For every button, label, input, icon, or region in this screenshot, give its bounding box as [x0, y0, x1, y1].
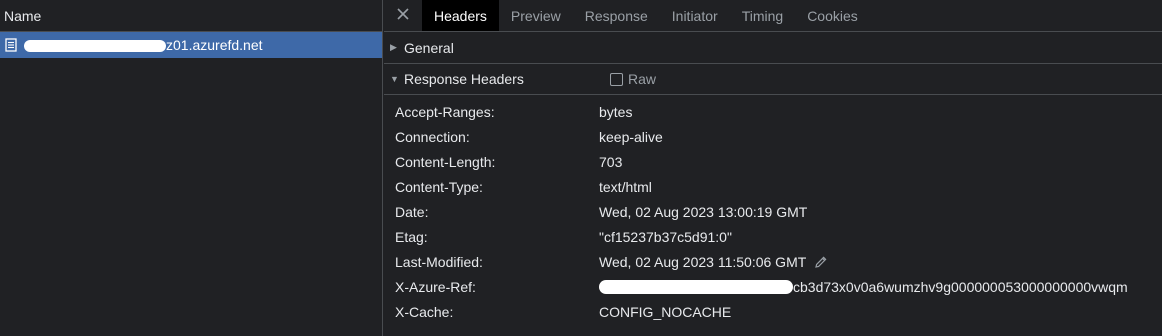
header-value: keep-alive [599, 128, 663, 145]
raw-label: Raw [628, 71, 657, 87]
header-row: X-Cache: CONFIG_NOCACHE [384, 299, 1162, 324]
request-row-selected[interactable]: z01.azurefd.net [0, 32, 382, 58]
header-key: Content-Type: [395, 178, 483, 195]
header-value: CONFIG_NOCACHE [599, 303, 732, 320]
triangle-right-icon: ▶ [390, 42, 397, 52]
header-key: Connection: [395, 128, 470, 145]
tab-timing[interactable]: Timing [730, 0, 796, 31]
response-headers-label: Response Headers [404, 71, 524, 87]
header-value: Wed, 02 Aug 2023 11:50:06 GMT [599, 253, 807, 270]
header-key: X-Cache: [395, 303, 454, 320]
close-icon [396, 7, 410, 24]
tab-preview[interactable]: Preview [499, 0, 573, 31]
header-row: X-Azure-Ref: cb3d73x0v0a6wumzhv9g0000000… [384, 274, 1162, 299]
details-tabbar: Headers Preview Response Initiator Timin… [384, 0, 1162, 32]
redacted-hostname [24, 39, 166, 52]
request-name-suffix: z01.azurefd.net [166, 37, 263, 53]
name-column-header[interactable]: Name [0, 0, 382, 32]
header-key: X-Azure-Ref: [395, 278, 476, 295]
header-row: Content-Length: 703 [384, 149, 1162, 174]
header-row: Last-Modified: Wed, 02 Aug 2023 11:50:06… [384, 249, 1162, 274]
header-key: Last-Modified: [395, 253, 483, 270]
header-value-wrap: Wed, 02 Aug 2023 11:50:06 GMT [599, 254, 828, 270]
redacted-ref-prefix [599, 279, 793, 294]
close-details-button[interactable] [384, 0, 422, 31]
tab-headers[interactable]: Headers [422, 0, 499, 31]
header-key: Etag: [395, 228, 428, 245]
response-headers-list: Accept-Ranges: bytes Connection: keep-al… [384, 95, 1162, 324]
request-list-pane: Name z01.azurefd.net [0, 0, 383, 336]
document-icon [4, 38, 18, 52]
general-section-label: General [404, 39, 454, 56]
tab-cookies[interactable]: Cookies [795, 0, 870, 31]
response-headers-section-header[interactable]: ▼ Response Headers Raw [384, 64, 1162, 95]
pencil-icon[interactable] [814, 255, 828, 269]
header-value-wrap: cb3d73x0v0a6wumzhv9g000000053000000000vw… [599, 279, 1128, 295]
tab-initiator[interactable]: Initiator [660, 0, 730, 31]
request-details-pane: Headers Preview Response Initiator Timin… [384, 0, 1162, 336]
header-value: "cf15237b37c5d91:0" [599, 228, 732, 245]
header-key: Content-Length: [395, 153, 496, 170]
raw-toggle[interactable]: Raw [610, 71, 656, 87]
general-section-header[interactable]: ▶ General [384, 32, 1162, 64]
header-row: Content-Type: text/html [384, 174, 1162, 199]
header-row: Etag: "cf15237b37c5d91:0" [384, 224, 1162, 249]
header-value: 703 [599, 153, 623, 170]
header-key: Date: [395, 203, 429, 220]
header-value: bytes [599, 103, 633, 120]
header-row: Accept-Ranges: bytes [384, 99, 1162, 124]
raw-checkbox[interactable] [610, 72, 623, 86]
triangle-down-icon: ▼ [390, 74, 399, 84]
tab-response[interactable]: Response [573, 0, 660, 31]
name-column-label: Name [4, 7, 42, 24]
header-row: Date: Wed, 02 Aug 2023 13:00:19 GMT [384, 199, 1162, 224]
header-value: cb3d73x0v0a6wumzhv9g000000053000000000vw… [793, 278, 1128, 295]
header-key: Accept-Ranges: [395, 103, 495, 120]
header-value: Wed, 02 Aug 2023 13:00:19 GMT [599, 203, 808, 220]
header-row: Connection: keep-alive [384, 124, 1162, 149]
header-value: text/html [599, 178, 652, 195]
